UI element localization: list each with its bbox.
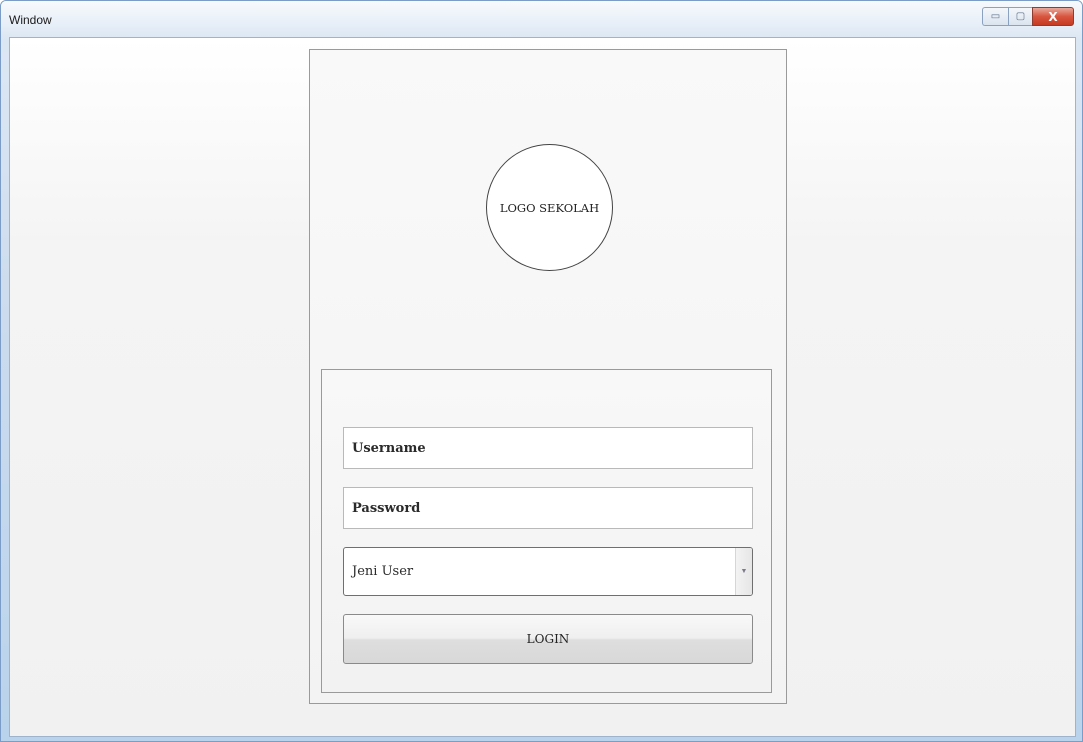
close-icon: X xyxy=(1048,9,1058,24)
maximize-button[interactable]: ▢ xyxy=(1008,7,1032,26)
password-input[interactable] xyxy=(343,487,753,529)
username-input[interactable] xyxy=(343,427,753,469)
login-form: Jeni User ▼ LOGIN xyxy=(321,369,772,693)
login-button[interactable]: LOGIN xyxy=(343,614,753,664)
chevron-down-icon[interactable]: ▼ xyxy=(735,548,752,595)
minimize-button[interactable]: ▭ xyxy=(982,7,1008,26)
login-panel: LOGO SEKOLAH Jeni User ▼ LOGIN xyxy=(309,49,787,704)
school-logo: LOGO SEKOLAH xyxy=(486,144,613,271)
logo-text: LOGO SEKOLAH xyxy=(499,200,600,215)
window-title: Window xyxy=(9,13,52,27)
title-bar[interactable]: Window ▭ ▢ X xyxy=(1,1,1082,37)
login-button-label: LOGIN xyxy=(526,632,570,646)
user-type-value: Jeni User xyxy=(352,564,414,579)
user-type-select[interactable]: Jeni User ▼ xyxy=(343,547,753,596)
window-controls: ▭ ▢ X xyxy=(982,7,1074,26)
close-button[interactable]: X xyxy=(1032,7,1074,26)
maximize-icon: ▢ xyxy=(1015,11,1026,22)
minimize-icon: ▭ xyxy=(990,11,1001,22)
app-window: Window ▭ ▢ X LOGO SEKOLAH Jeni User xyxy=(0,0,1083,742)
client-area: LOGO SEKOLAH Jeni User ▼ LOGIN xyxy=(9,37,1076,737)
